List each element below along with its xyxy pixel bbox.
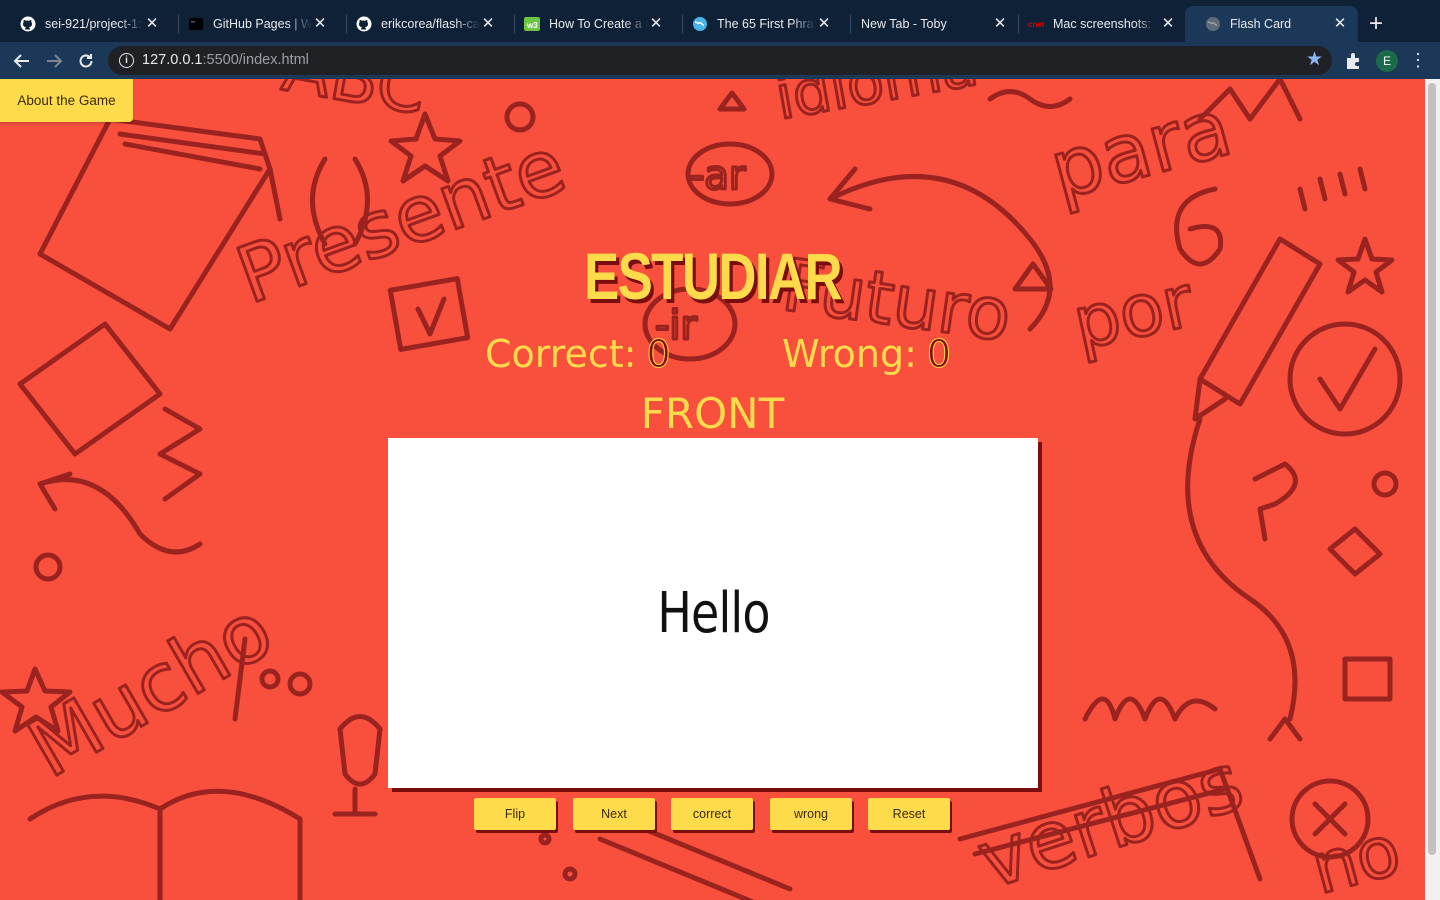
close-icon[interactable]: ✕ xyxy=(1332,16,1348,32)
page-viewport: Presente -ar -ir Futuro para por idioma … xyxy=(0,79,1425,900)
wrong-button[interactable]: wrong xyxy=(770,798,852,830)
browser-tab[interactable]: w3 How To Create a D ✕ xyxy=(504,6,674,42)
correct-score: Correct: 0 xyxy=(485,332,671,377)
github-pages-icon xyxy=(188,16,204,32)
bookmark-star-icon[interactable]: ★ xyxy=(1306,50,1323,69)
browser-tab-strip: sei-921/project-1: ✕ GitHub Pages | We ✕… xyxy=(0,0,1440,42)
correct-label: Correct: xyxy=(485,332,637,376)
reload-icon[interactable] xyxy=(73,48,99,74)
close-icon[interactable]: ✕ xyxy=(648,16,664,32)
close-icon[interactable]: ✕ xyxy=(992,16,1008,32)
doodle-word-idioma: idioma xyxy=(770,79,982,134)
site-icon: w3 xyxy=(524,16,540,32)
extensions-puzzle-icon[interactable] xyxy=(1343,50,1365,72)
browser-tab[interactable]: GitHub Pages | We ✕ xyxy=(168,6,338,42)
wrong-score: Wrong: 0 xyxy=(782,332,952,377)
more-menu-icon[interactable]: ⋮ xyxy=(1408,50,1428,72)
tab-title: erikcorea/flash-ca xyxy=(381,17,480,31)
tab-title: The 65 First Phras xyxy=(717,17,816,31)
github-icon xyxy=(20,16,36,32)
globe-icon xyxy=(692,16,708,32)
close-icon[interactable]: ✕ xyxy=(1160,16,1176,32)
url-text: 127.0.0.1:5500/index.html xyxy=(142,52,309,68)
globe-icon xyxy=(1205,16,1221,32)
browser-tab[interactable]: The 65 First Phras ✕ xyxy=(672,6,842,42)
scrollbar-thumb[interactable] xyxy=(1428,83,1436,855)
tab-title: sei-921/project-1: xyxy=(45,17,142,31)
card-text: Hello xyxy=(656,580,770,646)
browser-tab[interactable]: cnet Mac screenshots: ✕ xyxy=(1008,6,1186,42)
browser-tab[interactable]: sei-921/project-1: ✕ xyxy=(0,6,170,42)
correct-count: 0 xyxy=(646,332,671,377)
tab-title: How To Create a D xyxy=(549,17,648,31)
close-icon[interactable]: ✕ xyxy=(816,16,832,32)
tab-title: Mac screenshots: xyxy=(1053,17,1151,31)
about-game-button[interactable]: About the Game xyxy=(0,79,133,122)
address-bar[interactable]: i 127.0.0.1:5500/index.html ★ xyxy=(108,46,1332,75)
browser-tab[interactable]: New Tab - Toby ✕ xyxy=(840,6,1018,42)
reset-button[interactable]: Reset xyxy=(868,798,950,830)
page-title: ESTUDIAR xyxy=(583,239,843,313)
wrong-count: 0 xyxy=(926,332,952,377)
card-side-label: FRONT xyxy=(640,389,785,438)
close-icon[interactable]: ✕ xyxy=(312,16,328,32)
github-icon xyxy=(356,16,372,32)
flip-button[interactable]: Flip xyxy=(474,798,556,830)
browser-tab[interactable]: erikcorea/flash-ca ✕ xyxy=(336,6,506,42)
new-tab-icon[interactable]: + xyxy=(1362,11,1390,39)
svg-text:w3: w3 xyxy=(526,21,538,30)
browser-toolbar: i 127.0.0.1:5500/index.html ★ E ⋮ xyxy=(0,42,1440,79)
profile-avatar[interactable]: E xyxy=(1376,50,1398,72)
next-button[interactable]: Next xyxy=(573,798,655,830)
doodle-word-no: no xyxy=(1303,809,1408,900)
tab-title: New Tab - Toby xyxy=(861,17,947,31)
page-scrollbar[interactable] xyxy=(1425,79,1440,900)
cnet-icon: cnet xyxy=(1028,16,1044,32)
browser-tab-active[interactable]: Flash Card ✕ xyxy=(1185,6,1358,42)
flash-card[interactable]: Hello xyxy=(388,438,1038,788)
close-icon[interactable]: ✕ xyxy=(480,16,496,32)
svg-text:cnet: cnet xyxy=(1028,20,1044,29)
doodle-word-ar: -ar xyxy=(690,153,746,199)
tab-title: GitHub Pages | We xyxy=(213,17,312,31)
info-icon[interactable]: i xyxy=(119,53,134,68)
doodle-word-abc: ABC xyxy=(277,79,433,131)
close-icon[interactable]: ✕ xyxy=(144,16,160,32)
tab-title: Flash Card xyxy=(1230,17,1292,31)
wrong-label: Wrong: xyxy=(782,332,917,376)
forward-arrow-icon[interactable] xyxy=(41,48,67,74)
back-arrow-icon[interactable] xyxy=(9,48,35,74)
correct-button[interactable]: correct xyxy=(671,798,753,830)
